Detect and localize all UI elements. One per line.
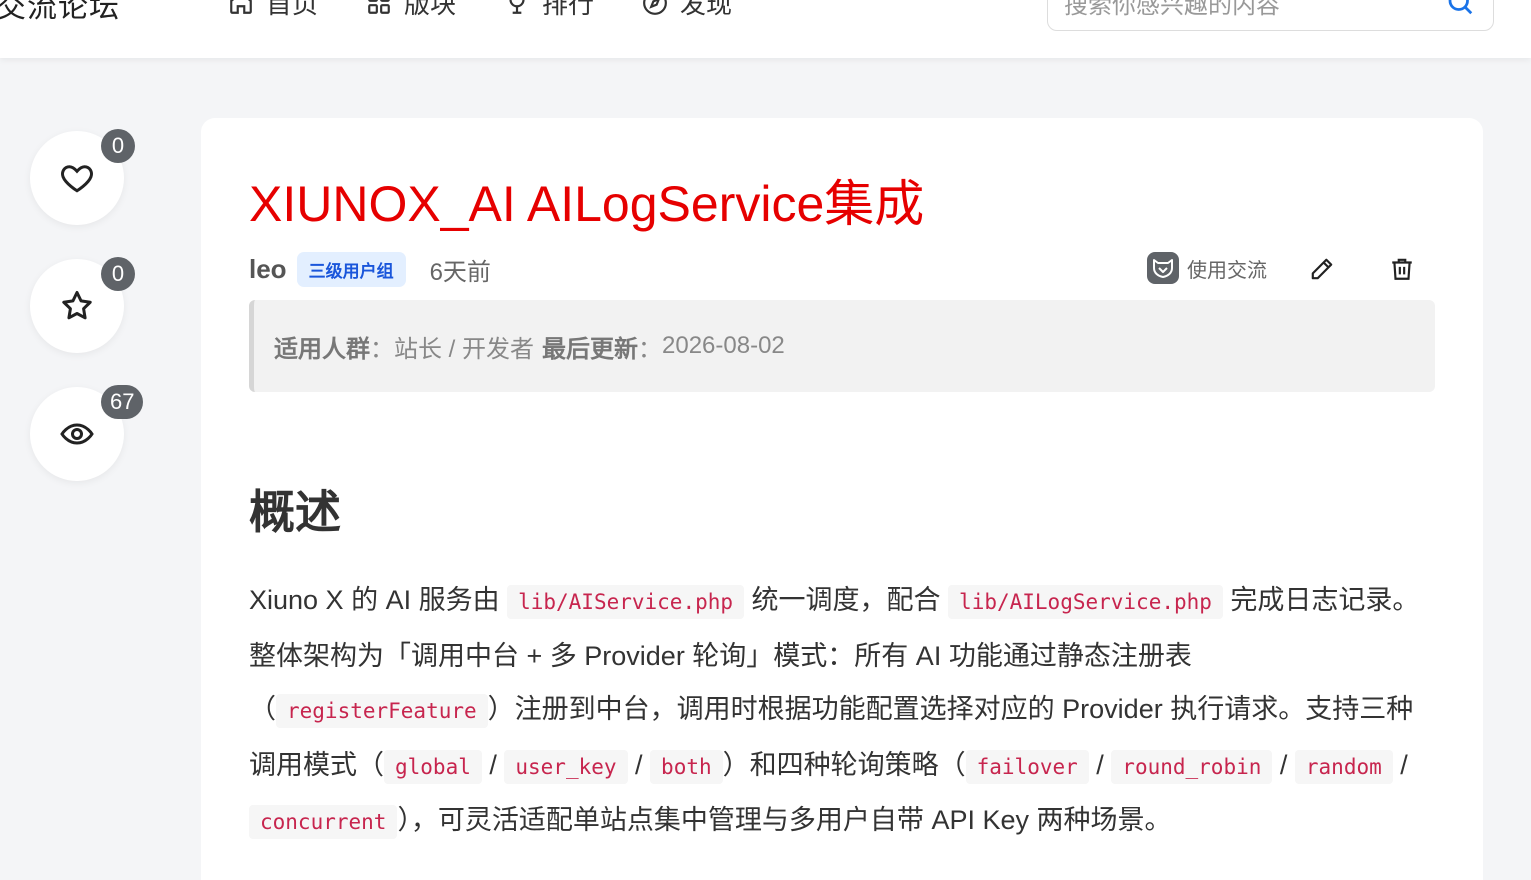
like-count-badge: 0 <box>101 129 135 163</box>
updated-label: 最后更新 <box>542 335 639 363</box>
code-inline: global <box>384 749 482 784</box>
forum-icon <box>1147 252 1179 284</box>
nav-item-home[interactable]: 首页 <box>228 0 318 21</box>
code-inline: lib/AIService.php <box>507 585 745 619</box>
post-meta: leo 三级用户组 6天前 <box>249 252 491 287</box>
forum-label: 使用交流 <box>1187 259 1267 282</box>
favorite-button[interactable]: 0 <box>30 257 135 353</box>
main-nav: 首页 版块 排行 发现 <box>228 0 732 21</box>
search-box <box>1047 0 1494 31</box>
author-name[interactable]: leo <box>249 254 287 285</box>
search-icon[interactable] <box>1445 0 1475 17</box>
text-segment: / <box>1392 749 1408 780</box>
star-icon <box>62 291 92 320</box>
like-button[interactable]: 0 <box>30 129 135 225</box>
eye-icon <box>60 423 94 445</box>
post-title: XIUNOX_AI AILogService集成 <box>249 176 925 232</box>
text-segment: ）和四种轮询策略（ <box>722 749 966 780</box>
text-segment: / <box>1088 749 1112 780</box>
text-segment: / <box>627 749 651 780</box>
views-button[interactable]: 67 <box>30 385 144 481</box>
post-info-box: 适用人群： 站长 / 开发者 最后更新： 2026-08-02 <box>249 300 1435 392</box>
views-count-badge: 67 <box>101 385 144 419</box>
nav-item-label: 版块 <box>404 0 457 19</box>
code-inline: lib/AILogService.php <box>948 585 1223 619</box>
home-icon <box>230 0 252 14</box>
edit-icon[interactable] <box>1309 256 1335 282</box>
trophy-icon <box>509 0 525 14</box>
trash-icon[interactable] <box>1389 256 1415 282</box>
post-time: 6天前 <box>429 259 491 286</box>
nav-item-discover[interactable]: 发现 <box>642 0 732 21</box>
section-heading: 概述 <box>249 486 341 538</box>
nav-item-label: 排行 <box>542 0 595 19</box>
nav-item-label: 首页 <box>266 0 319 19</box>
heart-icon <box>61 165 93 193</box>
colon-separator: ： <box>370 335 394 363</box>
text-segment: 统一调度，配合 <box>744 585 949 615</box>
compass-icon <box>643 0 667 15</box>
post-card: XIUNOX_AI AILogService集成 leo 三级用户组 6天前 使… <box>201 118 1483 880</box>
text-segment: / <box>481 749 505 780</box>
overview-paragraph: Xiuno X 的 AI 服务由 lib/AIService.php 统一调度，… <box>249 574 1439 850</box>
text-segment: ），可灵活适配单站点集中管理与多用户自带 API Key 两种场景。 <box>397 805 1172 835</box>
text-segment: / <box>1272 749 1295 780</box>
favorite-count-badge: 0 <box>101 257 135 291</box>
audience-label: 适用人群 <box>274 335 370 363</box>
nav-item-ranking[interactable]: 排行 <box>504 0 594 21</box>
site-logo[interactable]: 交流论坛 <box>0 0 120 26</box>
audience-value: 站长 / 开发者 <box>394 335 535 363</box>
code-inline: random <box>1294 749 1393 784</box>
code-inline: failover <box>965 749 1089 784</box>
grid-icon <box>368 0 390 14</box>
nav-item-boards[interactable]: 版块 <box>366 0 456 21</box>
forum-link[interactable]: 使用交流 <box>1147 252 1267 284</box>
user-group-badge: 三级用户组 <box>296 252 406 287</box>
colon-separator: ： <box>638 335 663 363</box>
top-navbar: 交流论坛 首页 版块 排行 发现 <box>0 0 1531 58</box>
code-inline: user_key <box>504 749 628 784</box>
text-segment: Xiuno X 的 AI 服务由 <box>249 585 508 615</box>
nav-item-label: 发现 <box>680 0 733 19</box>
search-input[interactable] <box>1064 0 1424 31</box>
code-inline: both <box>650 749 723 784</box>
updated-value: 2026-08-02 <box>662 332 785 359</box>
code-inline: concurrent <box>249 805 398 839</box>
code-inline: registerFeature <box>276 694 488 728</box>
code-inline: round_robin <box>1111 749 1273 784</box>
